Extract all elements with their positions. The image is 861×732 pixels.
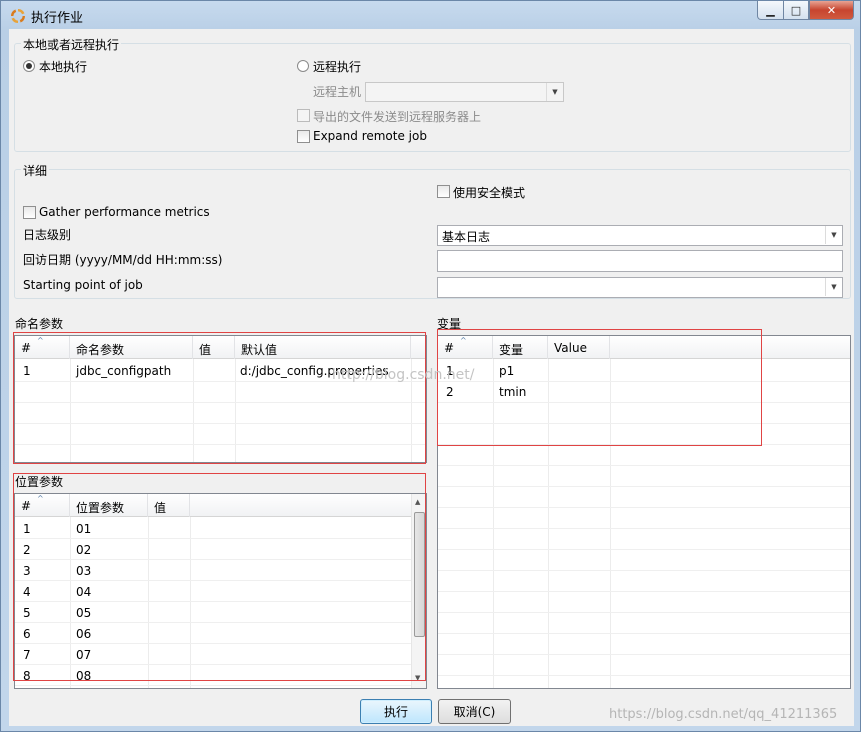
minimize-button[interactable]: ▁ xyxy=(757,1,784,20)
row-num: 2 xyxy=(446,385,454,399)
expand-remote-checkbox[interactable] xyxy=(297,130,310,143)
column-header-value[interactable]: 值 xyxy=(193,336,235,359)
remote-host-label: 远程主机 xyxy=(313,85,362,99)
column-header-param[interactable]: 位置参数 xyxy=(70,494,148,517)
column-header-variable[interactable]: 变量 xyxy=(493,336,548,359)
sort-up-icon: ^ xyxy=(37,336,44,345)
row-num: 1 xyxy=(23,522,31,536)
close-icon: ✕ xyxy=(826,3,837,17)
title-bar[interactable]: 执行作业 ▁ □ ✕ xyxy=(1,1,860,29)
replay-date-input[interactable] xyxy=(437,250,843,272)
row-num: 7 xyxy=(23,648,31,662)
start-point-select[interactable]: ▼ xyxy=(437,277,843,298)
send-files-label: 导出的文件发送到远程服务器上 xyxy=(313,110,482,124)
row-num: 8 xyxy=(23,669,31,683)
column-header-num[interactable]: # ^ xyxy=(15,494,70,517)
close-button[interactable]: ✕ xyxy=(809,1,854,20)
details-group-label: 详细 xyxy=(21,162,50,179)
row-num: 3 xyxy=(23,564,31,578)
scroll-down-icon[interactable]: ▼ xyxy=(415,674,420,682)
chevron-down-icon: ▼ xyxy=(825,226,842,244)
column-header-num[interactable]: # ^ xyxy=(438,336,493,359)
param-value: 03 xyxy=(76,564,92,578)
param-value: 06 xyxy=(76,627,92,641)
param-value: 07 xyxy=(76,648,92,662)
scroll-up-icon[interactable]: ▲ xyxy=(415,498,420,506)
named-params-table[interactable]: # ^ 命名参数 值 默认值 1 jdbc_configpath d:/jdbc_… xyxy=(14,335,427,463)
variables-header: # ^ 变量 Value xyxy=(438,336,850,359)
named-params-header: # ^ 命名参数 值 默认值 xyxy=(15,336,426,359)
row-num: 2 xyxy=(23,543,31,557)
app-icon xyxy=(11,9,25,23)
positional-params-label: 位置参数 xyxy=(15,475,64,489)
variables-table[interactable]: # ^ 变量 Value 1 p1 2 tmin xyxy=(437,335,851,689)
param-name: jdbc_configpath xyxy=(76,364,172,378)
location-group-label: 本地或者远程执行 xyxy=(21,36,122,53)
named-params-label: 命名参数 xyxy=(15,317,64,331)
cancel-button[interactable]: 取消(C) xyxy=(438,699,511,724)
vertical-scrollbar[interactable]: ▲ ▼ xyxy=(411,494,426,688)
run-button[interactable]: 执行 xyxy=(360,699,432,724)
log-level-value: 基本日志 xyxy=(442,230,491,244)
center-watermark: http://blog.csdn.net/ xyxy=(332,367,475,383)
safe-mode-label: 使用安全模式 xyxy=(453,186,526,200)
corner-watermark: https://blog.csdn.net/qq_41211365 xyxy=(609,707,838,722)
expand-remote-label: Expand remote job xyxy=(313,129,427,143)
send-files-checkbox[interactable] xyxy=(297,109,310,122)
column-header-value[interactable]: Value xyxy=(548,336,610,359)
dialog-window: 执行作业 ▁ □ ✕ 本地或者远程执行 本地执行 远程执行 远程主机 ▼ 导出的… xyxy=(0,0,861,732)
log-level-label: 日志级别 xyxy=(23,228,72,242)
remote-radio[interactable] xyxy=(297,60,309,72)
positional-params-header: # ^ 位置参数 值 xyxy=(15,494,411,517)
remote-radio-label: 远程执行 xyxy=(313,60,362,74)
gather-metrics-label: Gather performance metrics xyxy=(39,205,210,219)
start-point-label: Starting point of job xyxy=(23,278,143,292)
column-header-name[interactable]: 命名参数 xyxy=(70,336,193,359)
variable-name: tmin xyxy=(499,385,527,399)
param-value: 01 xyxy=(76,522,92,536)
minimize-icon: ▁ xyxy=(766,3,775,17)
scrollbar-thumb[interactable] xyxy=(414,512,425,637)
param-value: 05 xyxy=(76,606,92,620)
positional-params-table[interactable]: # ^ 位置参数 值 1 01 2 02 3 03 4 04 5 05 6 06… xyxy=(14,493,427,689)
sort-up-icon: ^ xyxy=(37,494,44,503)
dialog-body: 本地或者远程执行 本地执行 远程执行 远程主机 ▼ 导出的文件发送到远程服务器上… xyxy=(9,29,854,726)
row-num: 6 xyxy=(23,627,31,641)
maximize-button[interactable]: □ xyxy=(783,1,809,20)
param-value: 02 xyxy=(76,543,92,557)
column-header-value[interactable]: 值 xyxy=(148,494,190,517)
gather-metrics-checkbox[interactable] xyxy=(23,206,36,219)
local-radio[interactable] xyxy=(23,60,35,72)
column-header-num[interactable]: # ^ xyxy=(15,336,70,359)
log-level-select[interactable]: 基本日志 ▼ xyxy=(437,225,843,246)
sort-up-icon: ^ xyxy=(460,336,467,345)
param-value: 04 xyxy=(76,585,92,599)
variable-name: p1 xyxy=(499,364,515,378)
replay-date-label: 回访日期 (yyyy/MM/dd HH:mm:ss) xyxy=(23,253,223,267)
window-title: 执行作业 xyxy=(31,11,84,26)
row-num: 4 xyxy=(23,585,31,599)
param-value: 08 xyxy=(76,669,92,683)
row-num: 1 xyxy=(23,364,31,378)
row-num: 5 xyxy=(23,606,31,620)
remote-host-select[interactable]: ▼ xyxy=(365,82,564,102)
maximize-icon: □ xyxy=(790,3,802,17)
safe-mode-checkbox[interactable] xyxy=(437,185,450,198)
variables-label: 变量 xyxy=(437,317,462,331)
column-header-default[interactable]: 默认值 xyxy=(235,336,411,359)
local-radio-label: 本地执行 xyxy=(39,60,88,74)
chevron-down-icon: ▼ xyxy=(825,278,842,296)
chevron-down-icon: ▼ xyxy=(546,83,563,101)
